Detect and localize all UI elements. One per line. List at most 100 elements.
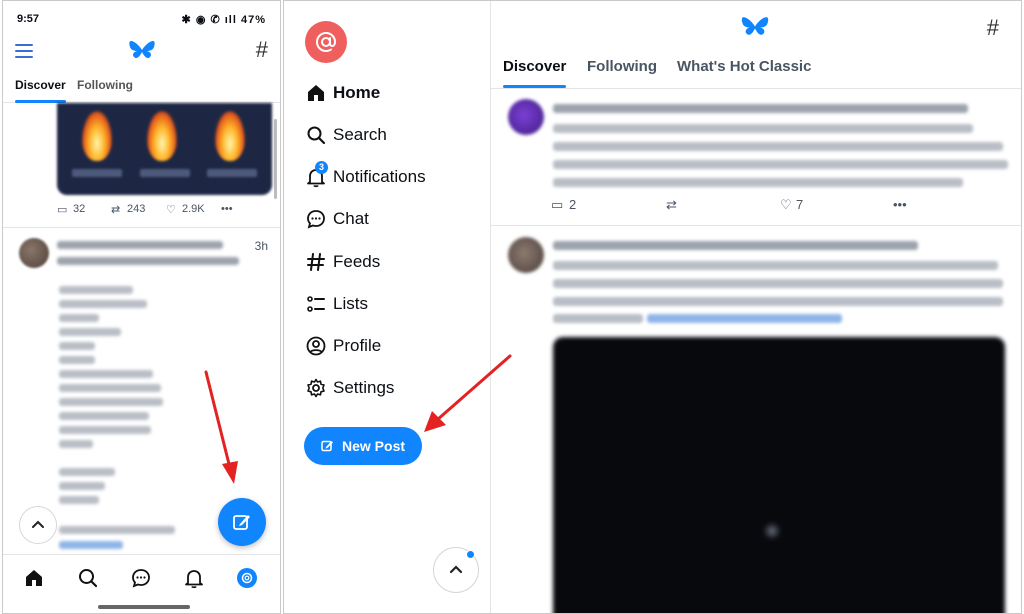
reply-count: 32 xyxy=(73,203,86,215)
blurred-author xyxy=(57,241,223,249)
list-icon xyxy=(307,296,325,312)
avatar[interactable] xyxy=(19,238,49,268)
blurred-text xyxy=(59,384,161,392)
new-post-label: New Post xyxy=(342,438,406,454)
divider xyxy=(3,227,280,228)
status-time: 9:57 xyxy=(17,13,40,25)
menu-icon[interactable] xyxy=(15,44,33,58)
sidebar-item-label: Home xyxy=(333,83,381,102)
home-icon[interactable] xyxy=(23,567,45,589)
tab-following[interactable]: Following xyxy=(77,78,133,92)
reply-icon[interactable]: ▭ xyxy=(551,197,563,213)
sidebar-item-label: Lists xyxy=(333,294,368,313)
reply-icon[interactable]: ▭ xyxy=(57,203,67,216)
profile-icon xyxy=(306,336,326,356)
butterfly-logo-icon xyxy=(129,41,155,59)
blurred-author xyxy=(553,241,918,250)
home-indicator[interactable] xyxy=(98,605,190,609)
new-posts-dot xyxy=(466,550,475,559)
at-sign-icon xyxy=(315,31,337,53)
blurred-text xyxy=(57,257,239,265)
chevron-up-icon xyxy=(32,520,44,528)
tab-whats-hot-classic[interactable]: What's Hot Classic xyxy=(677,58,811,75)
chat-icon xyxy=(307,210,325,229)
blurred-text xyxy=(59,286,133,294)
blurred-text xyxy=(59,342,95,350)
blurred-text xyxy=(59,370,153,378)
hashtag-icon[interactable]: # xyxy=(987,15,999,41)
blurred-text xyxy=(59,356,95,364)
notification-badge: 3 xyxy=(315,161,328,174)
post-image[interactable] xyxy=(57,103,272,195)
repost-icon[interactable]: ⇄ xyxy=(666,197,677,213)
blurred-text xyxy=(59,328,121,336)
compose-button[interactable] xyxy=(218,498,266,546)
avatar[interactable] xyxy=(508,99,544,135)
compose-icon xyxy=(321,440,333,452)
scroll-to-top-button[interactable] xyxy=(19,506,57,544)
blurred-text xyxy=(59,468,115,476)
mobile-header: # xyxy=(3,35,280,71)
more-icon[interactable]: ••• xyxy=(893,197,907,212)
blurred-text xyxy=(553,314,643,323)
status-bar: 9:57 ✱ ◉ ✆ ıll 47% xyxy=(3,1,280,35)
sidebar-item-label: Settings xyxy=(333,378,395,397)
hashtag-icon[interactable]: # xyxy=(256,37,268,63)
status-icons: ✱ ◉ ✆ ıll 47% xyxy=(181,14,266,26)
chat-icon[interactable] xyxy=(130,567,152,589)
blurred-text xyxy=(553,160,1008,169)
like-count: 2.9K xyxy=(182,203,205,215)
tab-following[interactable]: Following xyxy=(587,58,657,75)
avatar-icon[interactable] xyxy=(236,567,258,589)
butterfly-logo-icon xyxy=(741,17,769,35)
sidebar: Home Search 3 Notifications Chat Feeds L… xyxy=(284,1,491,613)
search-icon[interactable] xyxy=(77,567,99,589)
more-icon[interactable]: ••• xyxy=(221,203,233,215)
blurred-text xyxy=(59,496,99,504)
tab-discover[interactable]: Discover xyxy=(503,58,567,88)
bottom-nav xyxy=(3,554,280,599)
blurred-text xyxy=(553,297,1003,306)
blurred-text xyxy=(553,142,1003,151)
chevron-up-icon xyxy=(449,565,463,574)
like-icon[interactable]: ♡ xyxy=(166,203,176,216)
bell-icon[interactable] xyxy=(183,567,205,589)
blurred-text xyxy=(59,482,105,490)
tab-discover[interactable]: Discover xyxy=(15,78,66,103)
post-actions: ▭ 32 ⇄ 243 ♡ 2.9K ••• xyxy=(57,203,247,219)
avatar[interactable] xyxy=(508,237,544,273)
like-icon[interactable]: ♡ xyxy=(780,197,792,213)
sidebar-item-label: Search xyxy=(333,125,387,144)
user-avatar[interactable] xyxy=(305,21,347,63)
sidebar-item-label: Feeds xyxy=(333,252,381,271)
search-icon xyxy=(307,126,326,145)
like-count: 7 xyxy=(796,197,804,212)
blurred-author xyxy=(553,104,968,113)
scrollbar[interactable] xyxy=(274,119,277,199)
divider xyxy=(491,225,1021,226)
mobile-feed-tabs: Discover Following xyxy=(3,71,280,103)
repost-count: 243 xyxy=(127,203,146,215)
feed-tabs: Discover Following What's Hot Classic xyxy=(491,47,1021,89)
desktop-screenshot: Home Search 3 Notifications Chat Feeds L… xyxy=(283,0,1022,614)
reply-count: 2 xyxy=(569,197,577,212)
gear-icon xyxy=(307,378,325,398)
new-post-button[interactable]: New Post xyxy=(304,427,422,465)
blurred-text xyxy=(59,426,151,434)
sidebar-item-label: Chat xyxy=(333,209,369,228)
mobile-screenshot: 9:57 ✱ ◉ ✆ ıll 47% # Discover Following … xyxy=(2,0,281,614)
blurred-text xyxy=(553,261,998,270)
home-icon xyxy=(308,85,324,101)
blurred-text xyxy=(59,398,163,406)
hashtag-icon xyxy=(307,253,325,271)
blurred-text xyxy=(59,314,99,322)
blurred-link xyxy=(647,314,842,323)
blurred-text xyxy=(553,124,973,133)
post-image[interactable] xyxy=(553,337,1005,613)
post-actions: ▭ 2 ⇄ ♡ 7 ••• xyxy=(551,197,931,213)
blurred-text xyxy=(553,178,963,187)
blurred-text xyxy=(59,440,93,448)
main-feed: # Discover Following What's Hot Classic … xyxy=(491,1,1021,613)
sidebar-item-label: Notifications xyxy=(333,167,426,186)
repost-icon[interactable]: ⇄ xyxy=(111,203,120,216)
